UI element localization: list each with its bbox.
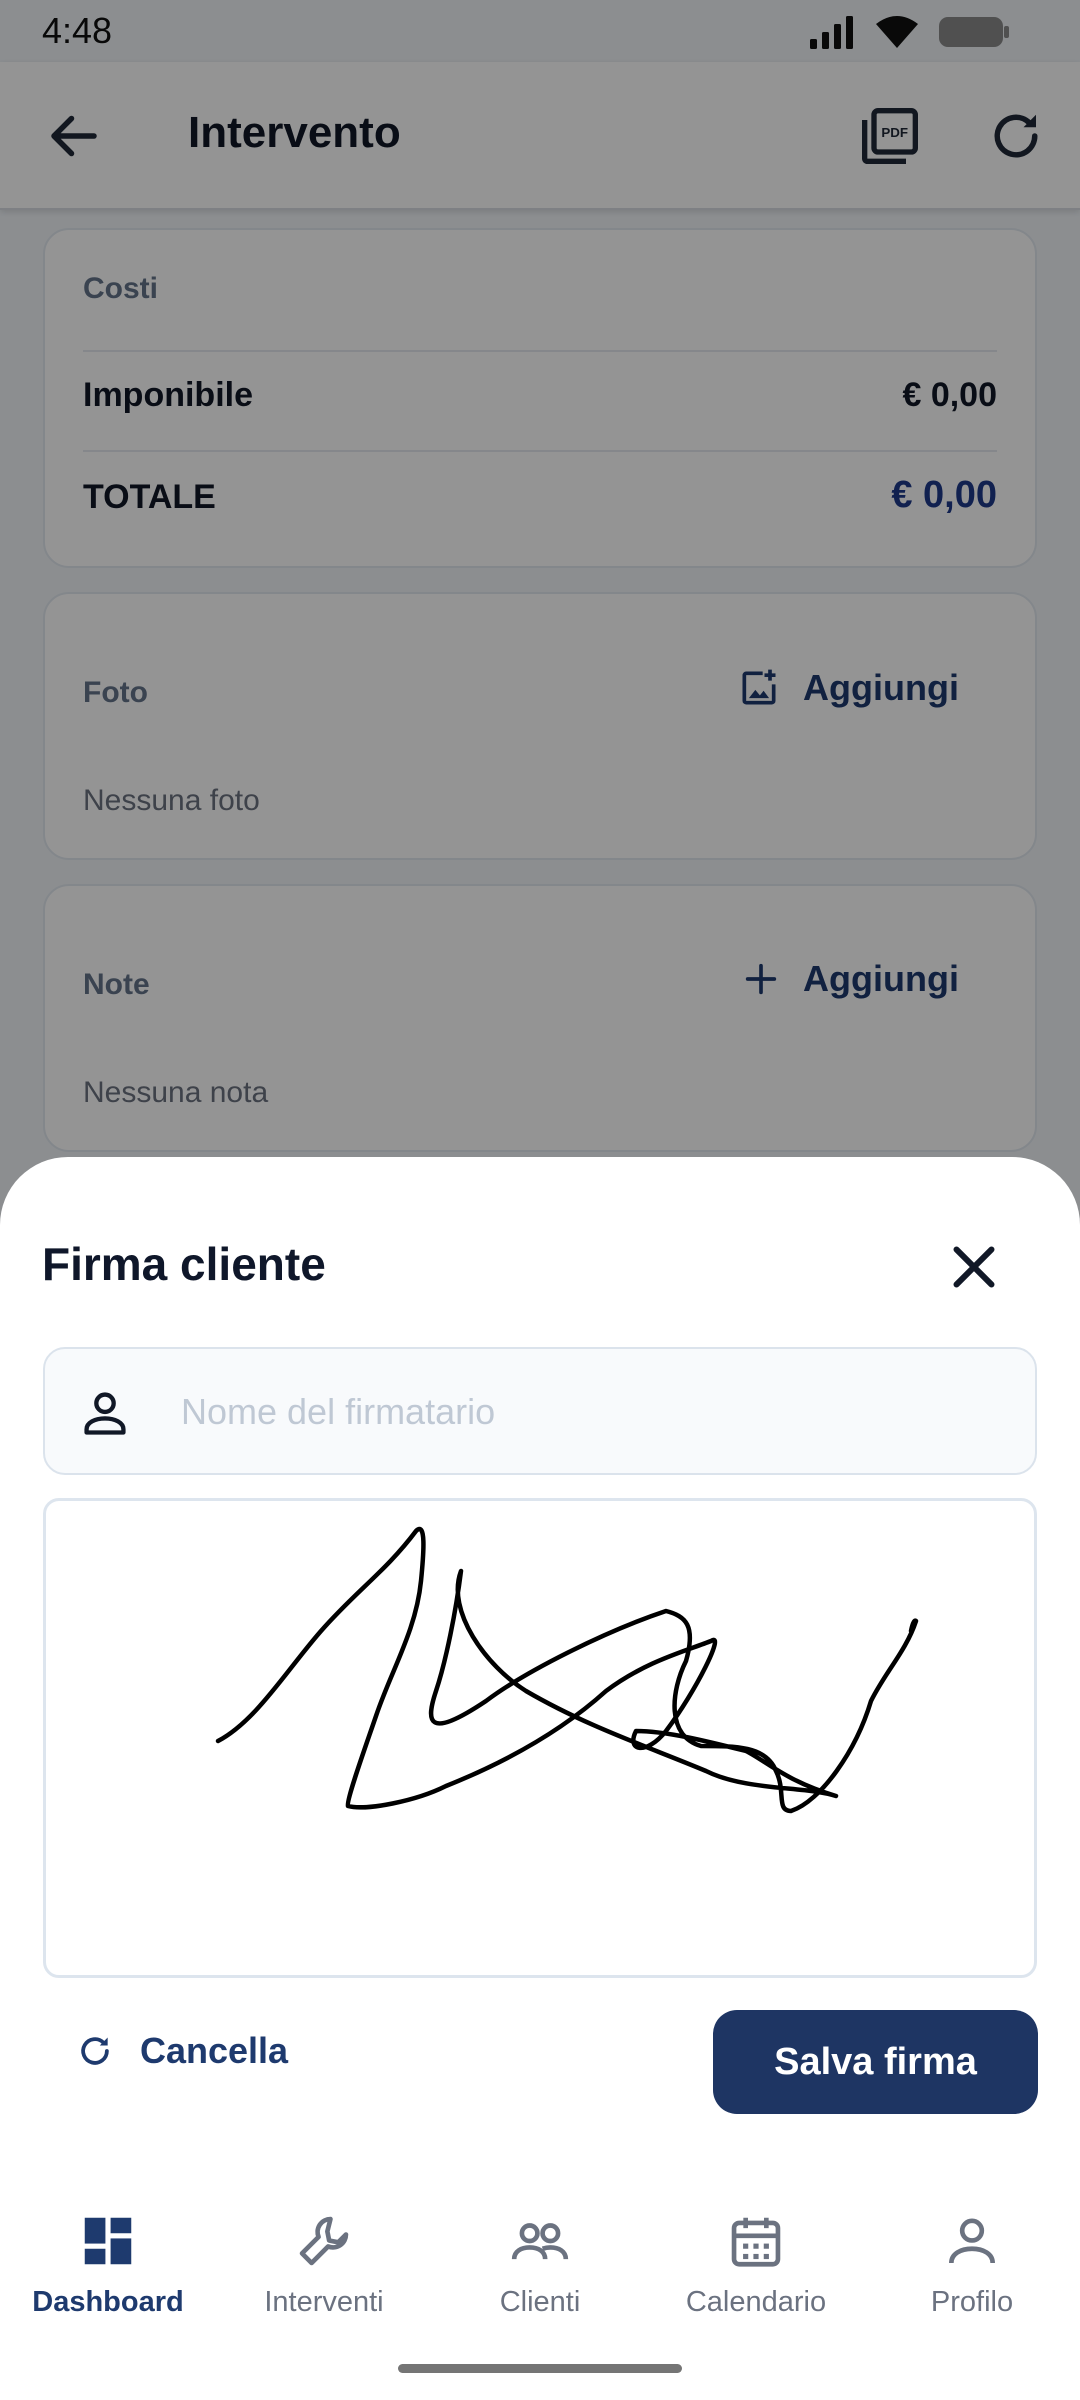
- home-indicator: [398, 2364, 682, 2373]
- wrench-icon: [299, 2216, 349, 2266]
- sheet-title: Firma cliente: [42, 1238, 326, 1290]
- nav-item-dashboard[interactable]: Dashboard: [0, 2190, 216, 2340]
- nav-label: Dashboard: [32, 2286, 184, 2318]
- signature-pad[interactable]: [43, 1498, 1037, 1978]
- people-icon: [511, 2223, 569, 2260]
- clear-signature-button[interactable]: Cancella: [76, 2030, 288, 2072]
- save-signature-button[interactable]: Salva firma: [713, 2010, 1038, 2114]
- bottom-navigation: Dashboard Interventi Clienti Calendario: [0, 2190, 1080, 2340]
- signature-stroke: [215, 1526, 919, 1814]
- nav-item-clienti[interactable]: Clienti: [432, 2190, 648, 2340]
- nav-label: Calendario: [685, 2286, 827, 2318]
- nav-label: Clienti: [499, 2286, 581, 2318]
- clear-label: Cancella: [140, 2030, 289, 2071]
- calendar-icon: [731, 2217, 781, 2267]
- close-icon[interactable]: [944, 1237, 1004, 1297]
- refresh-icon: [81, 2037, 109, 2065]
- nav-item-profilo[interactable]: Profilo: [864, 2190, 1080, 2340]
- nav-label: Interventi: [264, 2286, 384, 2318]
- person-icon: [949, 2218, 995, 2264]
- person-icon: [84, 1392, 126, 1435]
- nav-label: Profilo: [930, 2286, 1014, 2318]
- dashboard-icon: [84, 2217, 132, 2265]
- save-label: Salva firma: [774, 2040, 977, 2083]
- signer-name-input[interactable]: [181, 1379, 1001, 1445]
- nav-item-calendario[interactable]: Calendario: [648, 2190, 864, 2340]
- signer-name-field[interactable]: [43, 1347, 1037, 1475]
- nav-item-interventi[interactable]: Interventi: [216, 2190, 432, 2340]
